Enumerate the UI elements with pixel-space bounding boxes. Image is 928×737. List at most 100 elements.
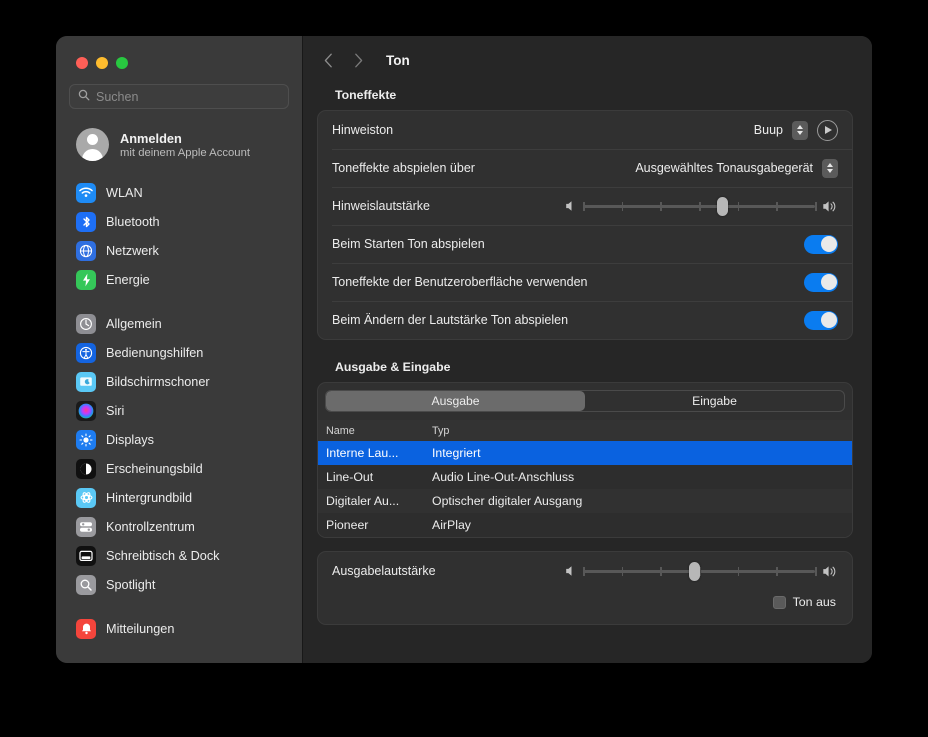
sidebar-item-displays[interactable]: Displays [68,425,290,454]
section-header-sound-effects: Toneffekte [335,88,397,102]
startup-sound-row: Beim Starten Ton abspielen [318,225,852,263]
search-icon [78,88,90,106]
alert-sound-row: Hinweiston Buup [318,111,852,149]
play-through-popup-button[interactable] [822,158,838,178]
device-type: Optischer digitaler Ausgang [432,494,583,508]
alert-volume-row: Hinweislautstärke [318,187,852,225]
sidebar-item-hintergrundbild[interactable]: Hintergrundbild [68,483,290,512]
gear-icon [76,313,96,334]
sidebar-item-label: Erscheinungsbild [106,461,203,476]
sidebar-item-label: WLAN [106,185,143,200]
tab-eingabe[interactable]: Eingabe [585,391,844,411]
apple-account-row[interactable]: Anmelden mit deinem Apple Account [68,123,290,166]
globe-icon [76,240,96,261]
mute-checkbox[interactable] [772,595,786,609]
alert-volume-label: Hinweislautstärke [332,199,430,213]
volume-change-sound-toggle[interactable] [804,310,838,330]
volume-change-sound-row: Beim Ändern der Lautstärke Ton abspielen [318,301,852,339]
toolbar: Ton [303,36,872,84]
speaker-low-icon [565,565,576,577]
alert-volume-slider[interactable] [583,196,817,216]
slider-tick [815,201,817,211]
dock-icon [76,545,96,566]
sidebar-item-energie[interactable]: Energie [68,265,290,294]
device-name: Digitaler Au... [326,494,400,508]
sidebar-item-bedienungshilfen[interactable]: Bedienungshilfen [68,338,290,367]
play-through-row: Toneffekte abspielen über Ausgewähltes T… [318,149,852,187]
sidebar-item-bildschirmschoner[interactable]: Bildschirmschoner [68,367,290,396]
siri-icon [76,400,96,421]
close-button[interactable] [76,57,88,69]
appearance-icon [76,458,96,479]
sidebar-item-label: Kontrollzentrum [106,519,195,534]
sidebar-item-netzwerk[interactable]: Netzwerk [68,236,290,265]
account-text: Anmelden mit deinem Apple Account [120,131,250,159]
output-input-tabs-container: Ausgabe Eingabe [318,383,852,412]
content-pane: Ton Toneffekte Hinweiston Buup Toneffekt… [302,36,872,663]
search-box[interactable] [69,84,289,109]
sidebar-item-allgemein[interactable]: Allgemein [68,309,290,338]
bluetooth-icon [76,211,96,232]
forward-chevron-icon[interactable] [351,53,365,68]
section-header-output-input: Ausgabe & Eingabe [335,360,451,374]
sidebar-item-label: Siri [106,403,125,418]
window-controls [56,36,302,78]
ui-sound-effects-toggle[interactable] [804,272,838,292]
back-chevron-icon[interactable] [321,53,335,68]
play-through-label: Toneffekte abspielen über [332,161,475,175]
bolt-icon [76,269,96,290]
sidebar-item-label: Spotlight [106,577,156,592]
control-center-icon [76,516,96,537]
play-alert-sound-button[interactable] [817,119,838,141]
speaker-high-icon [822,200,838,213]
wallpaper-icon [76,487,96,508]
sidebar-item-label: Energie [106,272,150,287]
slider-tick [660,566,662,576]
table-row[interactable]: Pioneer AirPlay [318,513,852,537]
sidebar-item-label: Bluetooth [106,214,160,229]
sidebar-item-bluetooth[interactable]: Bluetooth [68,207,290,236]
column-header-type: Typ [432,424,450,437]
table-row[interactable]: Digitaler Au... Optischer digitaler Ausg… [318,489,852,513]
sound-effects-group: Hinweiston Buup Toneffekte abspielen übe… [317,110,853,340]
sidebar-item-kontrollzentrum[interactable]: Kontrollzentrum [68,512,290,541]
device-name: Line-Out [326,470,374,484]
settings-scroll-area: Toneffekte Hinweiston Buup Toneffekte ab… [303,84,872,625]
sidebar-item-schreibtisch-dock[interactable]: Schreibtisch & Dock [68,541,290,570]
slider-tick [621,566,624,576]
wifi-icon [76,182,96,203]
startup-sound-toggle[interactable] [804,234,838,254]
table-row[interactable]: Line-Out Audio Line-Out-Anschluss [318,465,852,489]
speaker-low-icon [565,200,576,212]
output-volume-slider[interactable] [583,561,817,581]
slider-tick [776,566,778,576]
sidebar-item-spotlight[interactable]: Spotlight [68,570,290,599]
slider-tick [815,566,817,576]
screensaver-icon [76,371,96,392]
tab-ausgabe[interactable]: Ausgabe [326,391,585,411]
sidebar-item-wlan[interactable]: WLAN [68,178,290,207]
sidebar-item-siri[interactable]: Siri [68,396,290,425]
sidebar-nav: WLAN Bluetooth Netzwerk Energie Allgemei… [56,178,302,643]
search-input[interactable] [96,89,280,104]
slider-tick [776,201,778,211]
slider-thumb[interactable] [716,196,728,216]
zoom-button[interactable] [116,57,128,69]
accessibility-icon [76,342,96,363]
alert-sound-popup-button[interactable] [792,120,808,140]
volume-change-sound-label: Beim Ändern der Lautstärke Ton abspielen [332,313,569,327]
sidebar-item-mitteilungen[interactable]: Mitteilungen [68,614,290,643]
minimize-button[interactable] [96,57,108,69]
nav-separator [68,599,290,614]
sidebar-item-label: Netzwerk [106,243,159,258]
table-row[interactable]: Interne Lau... Integriert [318,441,852,465]
display-icon [76,429,96,450]
device-type: Audio Line-Out-Anschluss [432,470,575,484]
page-title: Ton [386,52,410,68]
sidebar-item-erscheinungsbild[interactable]: Erscheinungsbild [68,454,290,483]
slider-thumb[interactable] [688,561,700,581]
output-volume-row: Ausgabelautstärke [318,552,852,590]
system-settings-window: Anmelden mit deinem Apple Account WLAN [56,36,872,663]
device-type: AirPlay [432,518,471,532]
column-header-name: Name [326,424,355,437]
